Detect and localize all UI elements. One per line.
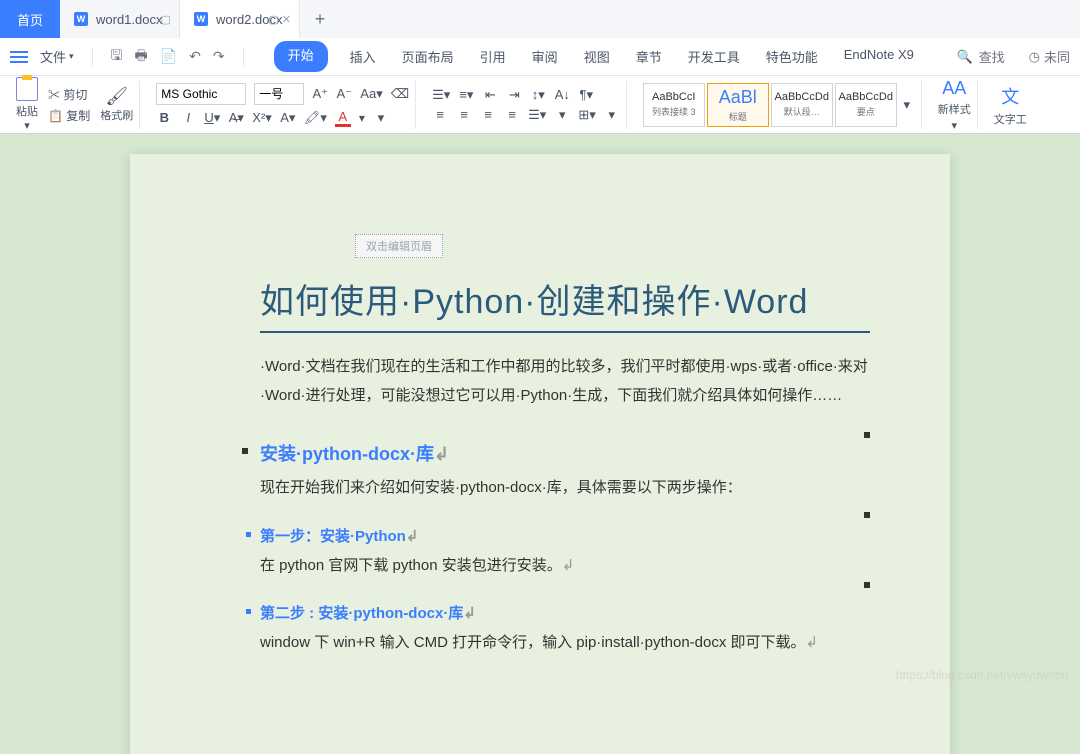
tab-layout[interactable]: 页面布局: [398, 41, 458, 72]
strike-button[interactable]: A̶▾: [228, 110, 244, 126]
align-left-button[interactable]: ≡: [432, 107, 448, 122]
page[interactable]: 双击编辑页眉 如何使用·Python·创建和操作·Word ·Word·文档在我…: [130, 154, 950, 754]
cut-button[interactable]: ✂ 剪切: [48, 86, 87, 103]
format-painter-button[interactable]: 🖌 格式刷: [100, 86, 133, 123]
ribbon: 粘贴▾ ✂ 剪切 📋 复制 🖌 格式刷 A⁺ A⁻ Aa▾ ⌫ B I U▾ A…: [0, 76, 1080, 134]
justify-button[interactable]: ≡: [504, 107, 520, 122]
new-tab-button[interactable]: +: [300, 0, 340, 38]
style-item[interactable]: AaBl标题: [707, 83, 769, 127]
bullet-marker: [864, 432, 870, 438]
undo-icon[interactable]: ↶: [189, 48, 201, 65]
copy-button[interactable]: 📋 复制: [48, 107, 90, 124]
watermark: https://blog.csdn.net/ywsydwsbn: [896, 668, 1068, 682]
paragraph[interactable]: window 下 win+R 输入 CMD 打开命令行，输入 pip·insta…: [260, 629, 870, 658]
tab-review[interactable]: 审阅: [528, 41, 562, 72]
print-icon[interactable]: 🖶: [134, 45, 147, 69]
tab-controls[interactable]: ▢ ✕: [268, 13, 291, 26]
super-sub-button[interactable]: X²▾: [252, 110, 272, 126]
styles-more-button[interactable]: ▾: [899, 97, 915, 113]
tab-view[interactable]: 视图: [580, 41, 614, 72]
tab-label: word1.docx: [96, 12, 162, 27]
shading-button[interactable]: ▾: [554, 107, 570, 123]
clipboard-icon: [16, 77, 38, 101]
italic-button[interactable]: I: [180, 110, 196, 125]
tab-endnote[interactable]: EndNote X9: [840, 41, 918, 72]
paragraph[interactable]: 在 python 官网下载 python 安装包进行安装。↲: [260, 552, 870, 581]
title-bar: 首页 W word1.docx ▢ W word2.docx ▢ ✕ +: [0, 0, 1080, 38]
intro-paragraph[interactable]: ·Word·文档在我们现在的生活和工作中都用的比较多，我们平时都使用·wps·或…: [260, 353, 870, 410]
save-icon[interactable]: 🖫: [111, 45, 123, 69]
tab-dev[interactable]: 开发工具: [684, 41, 744, 72]
outdent-button[interactable]: ⇤: [482, 87, 498, 103]
shrink-font-button[interactable]: A⁻: [336, 86, 352, 102]
tab-section[interactable]: 章节: [632, 41, 666, 72]
tab-insert[interactable]: 插入: [346, 41, 380, 72]
header-hint[interactable]: 双击编辑页眉: [355, 234, 443, 258]
tab-references[interactable]: 引用: [476, 41, 510, 72]
bullet-marker: [864, 582, 870, 588]
new-style-button[interactable]: AA新样式▾: [938, 78, 971, 132]
doc-tab-1[interactable]: W word1.docx ▢: [60, 0, 180, 38]
line-spacing-button[interactable]: ↕▾: [530, 87, 546, 103]
sync-status[interactable]: ◷ 未同: [1029, 47, 1070, 66]
file-menu[interactable]: 文件 ▾: [40, 47, 74, 66]
style-item[interactable]: AaBbCcDd要点: [835, 83, 897, 127]
menu-icon[interactable]: [10, 51, 28, 63]
clear-format-button[interactable]: ⌫: [391, 86, 409, 102]
style-item[interactable]: AaBbCcDd默认段…: [771, 83, 833, 127]
bold-button[interactable]: B: [156, 110, 172, 125]
grow-font-button[interactable]: A⁺: [312, 86, 328, 102]
tab-features[interactable]: 特色功能: [762, 41, 822, 72]
paste-button[interactable]: 粘贴▾: [16, 77, 38, 132]
text-effects-button[interactable]: A▾: [280, 110, 296, 126]
menu-bar: 文件 ▾ 🖫 🖶 📄 ↶ ↷ 开始 插入 页面布局 引用 审阅 视图 章节 开发…: [0, 38, 1080, 76]
search-box[interactable]: 🔍 查找: [956, 47, 1004, 66]
heading-3[interactable]: 第一步：安装·Python↲: [260, 525, 870, 546]
numbering-button[interactable]: ≡▾: [458, 87, 474, 103]
word-icon: W: [74, 12, 88, 26]
heading-3[interactable]: 第二步 : 安装·python-docx·库↲: [260, 602, 870, 623]
doc-tab-2[interactable]: W word2.docx ▢ ✕: [180, 0, 300, 38]
redo-icon[interactable]: ↷: [213, 48, 225, 65]
distribute-button[interactable]: ☰▾: [528, 107, 546, 123]
bullets-button[interactable]: ☰▾: [432, 87, 450, 103]
char-shading-button[interactable]: ▾: [373, 110, 389, 126]
show-marks-button[interactable]: ¶▾: [578, 87, 594, 103]
preview-icon[interactable]: 📄: [160, 48, 177, 65]
sort-button[interactable]: A↓: [554, 87, 570, 102]
align-right-button[interactable]: ≡: [480, 107, 496, 122]
font-select[interactable]: [156, 83, 246, 105]
tab-controls[interactable]: ▢: [161, 13, 171, 26]
home-tab[interactable]: 首页: [0, 0, 60, 38]
tabs-button[interactable]: ▾: [604, 107, 620, 123]
styles-gallery: AaBbCcI列表接续 3 AaBl标题 AaBbCcDd默认段… AaBbCc…: [637, 81, 922, 129]
borders-button[interactable]: ⊞▾: [578, 107, 595, 123]
tab-start[interactable]: 开始: [274, 41, 328, 72]
indent-button[interactable]: ⇥: [506, 87, 522, 103]
word-icon: W: [194, 12, 208, 26]
style-item[interactable]: AaBbCcI列表接续 3: [643, 83, 705, 127]
align-center-button[interactable]: ≡: [456, 107, 472, 122]
heading-2[interactable]: 安装·python-docx·库↲: [260, 440, 870, 466]
highlight-button[interactable]: 🖍▾: [304, 110, 327, 126]
case-button[interactable]: Aa▾: [360, 86, 382, 102]
paragraph[interactable]: 现在开始我们来介绍如何安装·python-docx·库，具体需要以下两步操作：: [260, 474, 870, 503]
font-color-button[interactable]: A: [335, 109, 351, 127]
underline-button[interactable]: U▾: [204, 110, 220, 126]
bullet-marker: [864, 512, 870, 518]
ribbon-tabs: 开始 插入 页面布局 引用 审阅 视图 章节 开发工具 特色功能 EndNote…: [274, 41, 918, 72]
text-tools-button[interactable]: 文文字工: [994, 83, 1027, 127]
doc-title[interactable]: 如何使用·Python·创建和操作·Word: [260, 274, 870, 333]
document-canvas: 双击编辑页眉 如何使用·Python·创建和操作·Word ·Word·文档在我…: [0, 134, 1080, 690]
size-select[interactable]: [254, 83, 304, 105]
